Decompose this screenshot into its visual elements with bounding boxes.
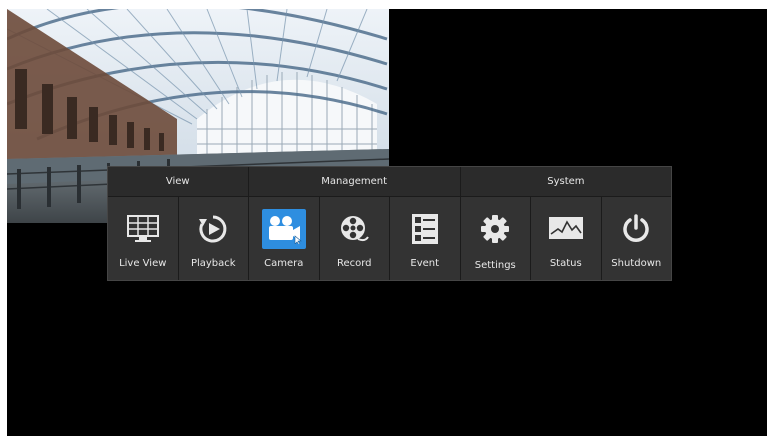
menu-item-record[interactable]: Record: [319, 197, 390, 280]
power-icon: [614, 209, 658, 249]
menu-item-shutdown[interactable]: Shutdown: [601, 197, 671, 280]
menu-item-event[interactable]: Event: [390, 197, 461, 280]
event-list-icon: [403, 209, 447, 249]
menu-item-live-view[interactable]: Live View: [108, 197, 179, 280]
monitor-grid-icon: [121, 209, 165, 249]
nvr-screen: View Management System Live View Playbac…: [7, 9, 767, 436]
menu-item-label: Live View: [119, 258, 167, 269]
menu-item-label: Record: [336, 258, 372, 269]
menu-item-playback[interactable]: Playback: [178, 197, 249, 280]
menu-item-label: Playback: [190, 258, 236, 269]
group-system: System: [547, 176, 585, 187]
gear-icon: [473, 209, 517, 249]
camera-icon: [261, 209, 306, 249]
group-view: View: [108, 167, 249, 196]
menu-item-label: Settings: [474, 260, 516, 271]
menu-item-settings[interactable]: Settings: [460, 197, 531, 280]
film-reel-icon: [332, 209, 376, 249]
menu-item-label: Status: [549, 258, 582, 269]
menu-item-status[interactable]: Status: [531, 197, 602, 280]
menu-items: Live View Playback Camera Record Event S…: [108, 196, 671, 280]
menu-item-camera[interactable]: Camera: [249, 197, 320, 280]
status-chart-icon: [544, 209, 588, 249]
main-menu: View Management System Live View Playbac…: [107, 166, 672, 281]
playback-icon: [191, 209, 235, 249]
menu-item-label: Shutdown: [611, 258, 662, 269]
menu-item-label: Camera: [264, 258, 304, 269]
group-management: Management: [249, 167, 461, 196]
menu-group-header: View Management System: [108, 167, 671, 196]
menu-item-label: Event: [410, 258, 440, 269]
